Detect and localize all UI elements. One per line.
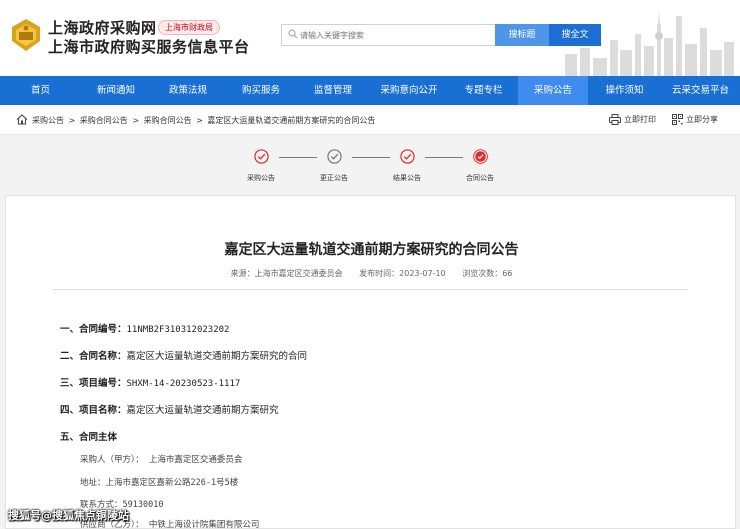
project-number: SHXM-14-20230523-1117 [126, 379, 241, 389]
meta-views: 浏览次数：66 [462, 269, 512, 278]
contract-name: 嘉定区大运量轨道交通前期方案研究的合同 [126, 351, 308, 362]
source-label: 来源： [230, 269, 255, 278]
meta-source: 来源：上海市嘉定区交通委员会 [231, 269, 343, 278]
home-icon[interactable] [16, 114, 28, 125]
date-label: 发布时间： [359, 269, 400, 278]
article-card: 嘉定区大运量轨道交通前期方案研究的合同公告 来源：上海市嘉定区交通委员会 发布时… [5, 195, 736, 529]
search-input[interactable] [300, 27, 490, 43]
views-label: 浏览次数： [462, 269, 503, 278]
step-connector [279, 157, 317, 158]
nav-purchase-service[interactable]: 购买服务 [225, 76, 297, 105]
article-meta: 来源：上海市嘉定区交通委员会 发布时间：2023-07-10 浏览次数：66 [6, 268, 737, 279]
breadcrumb: 采购公告 > 采购合同公告 > 采购合同公告 > 嘉定区大运量轨道交通前期方案研… [32, 115, 377, 126]
notice-progress-steps: 采购公告 更正公告 结果公告 合同公告 [0, 135, 740, 192]
search-box [281, 24, 495, 46]
breadcrumb-bar: 采购公告 > 采购合同公告 > 采购合同公告 > 嘉定区大运量轨道交通前期方案研… [0, 105, 740, 135]
project-number-row: 三、项目编号：SHXM-14-20230523-1117 [60, 375, 240, 389]
city-skyline-illustration [565, 10, 734, 76]
breadcrumb-current: 嘉定区大运量轨道交通前期方案研究的合同公告 [207, 116, 376, 125]
views-value: 66 [502, 269, 513, 278]
breadcrumb-item[interactable]: 采购合同公告 [80, 116, 128, 125]
qr-code-icon [672, 114, 683, 125]
contract-number: 11NMB2F310312023202 [126, 325, 230, 335]
print-button[interactable]: 立即打印 [609, 114, 656, 125]
project-name-row: 四、项目名称：嘉定区大运量轨道交通前期方案研究 [60, 402, 279, 416]
step-label: 采购公告 [247, 174, 275, 182]
step-result-notice[interactable]: 结果公告 [387, 149, 427, 183]
nav-news[interactable]: 新闻通知 [81, 76, 151, 105]
step-correction-notice[interactable]: 更正公告 [314, 149, 354, 183]
main-nav: 首页 新闻通知 政策法规 购买服务 监督管理 采购意向公开 专题专栏 采购公告 … [0, 76, 740, 105]
search-icon [288, 29, 298, 39]
nav-procurement-notice[interactable]: 采购公告 [518, 76, 588, 105]
breadcrumb-item[interactable]: 采购合同公告 [144, 116, 192, 125]
step-connector [352, 157, 390, 158]
site-header: 上海政府采购网 上海市财政局 上海市政府购买服务信息平台 搜标题 搜全文 [0, 0, 740, 76]
breadcrumb-separator: > [68, 116, 76, 125]
nav-special-topics[interactable]: 专题专栏 [449, 76, 518, 105]
share-button[interactable]: 立即分享 [672, 114, 718, 125]
nav-policy[interactable]: 政策法规 [151, 76, 225, 105]
breadcrumb-separator: > [132, 116, 140, 125]
contract-parties-heading: 五、合同主体 [60, 429, 117, 443]
source-value: 上海市嘉定区交通委员会 [254, 269, 343, 278]
check-circle-icon [253, 149, 269, 164]
nav-home[interactable]: 首页 [0, 76, 81, 105]
step-contract-notice[interactable]: 合同公告 [460, 149, 500, 183]
breadcrumb-item[interactable]: 采购公告 [32, 116, 64, 125]
nav-cloud-trading[interactable]: 云采交易平台 [661, 76, 740, 105]
nav-intent-disclosure[interactable]: 采购意向公开 [369, 76, 449, 105]
article-title: 嘉定区大运量轨道交通前期方案研究的合同公告 [224, 242, 519, 258]
nav-instructions[interactable]: 操作须知 [588, 76, 661, 105]
site-name[interactable]: 上海政府采购网 [48, 17, 157, 38]
dept-badge: 上海市财政局 [158, 20, 220, 35]
section-label: 二、合同名称： [60, 351, 127, 362]
step-procurement-notice[interactable]: 采购公告 [241, 149, 281, 183]
step-label: 更正公告 [320, 174, 348, 182]
print-label: 立即打印 [624, 115, 656, 124]
section-label: 一、合同编号： [60, 324, 127, 335]
title-divider [52, 289, 688, 290]
printer-icon [609, 114, 621, 125]
section-label: 五、合同主体 [60, 432, 118, 443]
contract-name-row: 二、合同名称：嘉定区大运量轨道交通前期方案研究的合同 [60, 348, 307, 362]
search-title-button[interactable]: 搜标题 [495, 24, 549, 46]
step-connector [425, 157, 463, 158]
check-circle-icon [399, 149, 415, 164]
step-label: 合同公告 [466, 174, 494, 182]
step-label: 结果公告 [393, 174, 421, 182]
purchaser-line: 采购人（甲方）： 上海市嘉定区交通委员会 [80, 455, 243, 465]
section-label: 四、项目名称： [60, 405, 127, 416]
breadcrumb-separator: > [196, 116, 203, 125]
nav-supervision[interactable]: 监督管理 [297, 76, 369, 105]
date-value: 2023-07-10 [399, 269, 446, 278]
meta-date: 发布时间：2023-07-10 [359, 269, 446, 278]
platform-name[interactable]: 上海市政府购买服务信息平台 [48, 36, 250, 57]
address-line: 地址：上海市嘉定区嘉新公路226-1号5楼 [80, 478, 239, 488]
watermark-text: 搜狐号@搜狐焦点铜陵站 [8, 509, 129, 522]
section-label: 三、项目编号： [60, 378, 127, 389]
check-circle-icon [326, 149, 342, 164]
contract-number-row: 一、合同编号：11NMB2F310312023202 [60, 321, 229, 335]
share-label: 立即分享 [686, 115, 718, 124]
project-name: 嘉定区大运量轨道交通前期方案研究 [126, 405, 279, 416]
site-logo-icon[interactable] [8, 17, 44, 53]
check-circle-filled-icon [472, 149, 488, 164]
